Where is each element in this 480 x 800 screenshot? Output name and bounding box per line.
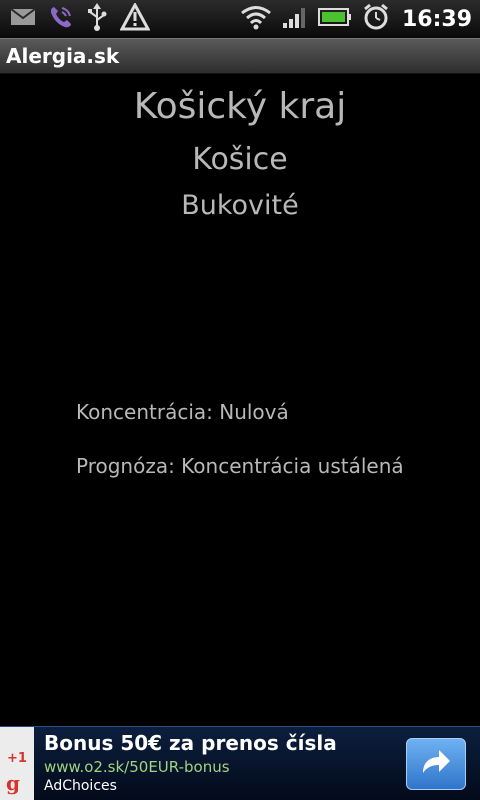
concentration-text: Koncentrácia: Nulová <box>76 400 289 424</box>
forecast-text: Prognóza: Koncentrácia ustálená <box>76 454 404 478</box>
alarm-icon <box>362 3 390 35</box>
notification-icons <box>10 1 151 35</box>
app-title: Alergia.sk <box>6 44 120 68</box>
ad-choices-link[interactable]: AdChoices <box>44 778 117 794</box>
wifi-icon <box>240 4 272 34</box>
app-title-bar: Alergia.sk <box>0 38 480 74</box>
system-icons: 16:39 <box>240 3 472 35</box>
status-time: 16:39 <box>401 6 472 32</box>
gmail-icon[interactable] <box>10 7 36 31</box>
share-arrow-icon <box>419 747 453 781</box>
google-plus-one-badge[interactable]: +1 g <box>0 727 34 800</box>
region-title: Košický kraj <box>133 86 347 127</box>
plus-one-label: +1 <box>7 751 27 766</box>
usb-icon[interactable] <box>86 3 108 35</box>
plant-title: Bukovité <box>181 190 299 221</box>
ad-share-button[interactable] <box>406 738 466 790</box>
status-bar: 16:39 <box>0 0 480 38</box>
signal-icon <box>282 5 308 33</box>
ad-banner[interactable]: +1 g Bonus 50€ za prenos čísla www.o2.sk… <box>0 726 480 800</box>
battery-icon <box>317 7 352 31</box>
ad-url[interactable]: www.o2.sk/50EUR-bonus <box>44 758 230 776</box>
main-content: Košický kraj Košice Bukovité Koncentráci… <box>0 74 480 726</box>
google-g-icon: g <box>6 771 20 795</box>
warning-icon[interactable] <box>119 1 151 35</box>
viber-icon[interactable] <box>48 4 74 34</box>
city-title: Košice <box>192 142 288 177</box>
ad-title[interactable]: Bonus 50€ za prenos čísla <box>44 731 337 755</box>
